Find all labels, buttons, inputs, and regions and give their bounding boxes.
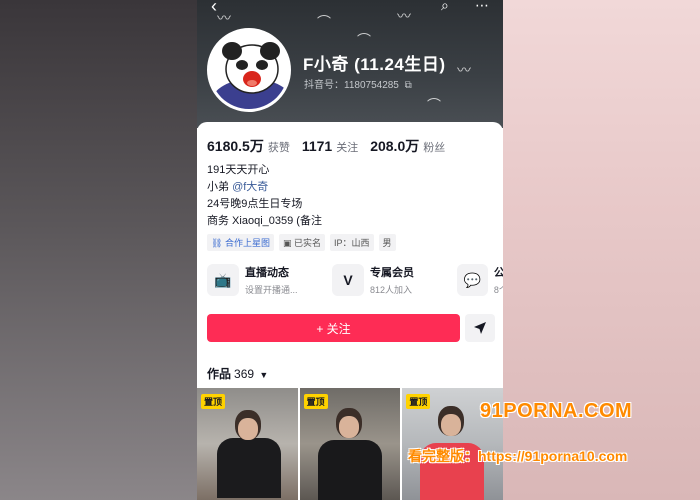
feature-live[interactable]: 📺 直播动态 设置开播通... — [207, 264, 322, 296]
works-grid: 置顶 置顶 置顶 — [197, 388, 503, 500]
mention-link[interactable]: @f大奇 — [232, 181, 268, 193]
pin-badge: 置顶 — [406, 394, 431, 409]
stats-row: 6180.5万 获赞 1171 关注 208.0万 粉丝 — [207, 136, 445, 156]
bird-decoration: ⌒ — [317, 14, 331, 30]
tag-ip: IP：山西 — [330, 234, 374, 251]
bird-decoration: 〰 — [217, 10, 231, 26]
figure-face — [238, 418, 258, 440]
bio-line: 191天天开心 — [207, 164, 270, 176]
figure-face — [441, 414, 462, 436]
profile-screen: 〰 ⌒ 〰 ⌒ 〰 ⌒ ‹ ⌕ ⋯ F小奇 (11.24生日) 抖音号：1180… — [197, 0, 503, 500]
douyin-id[interactable]: 抖音号：1180754285 ⧉ — [304, 76, 412, 91]
tag-verified: ▣ 已实名 — [278, 234, 326, 251]
star-map-icon: ⛓ — [211, 238, 223, 248]
chat-bubble-icon: 💬 — [457, 264, 488, 296]
stat-followers[interactable]: 208.0万 粉丝 — [370, 136, 445, 156]
bio-line: 24号晚9点生日专场 — [207, 198, 303, 210]
v-badge-icon: V — [332, 264, 364, 296]
tag-row: ⛓ 合作上星图 ▣ 已实名 IP：山西 男 — [207, 234, 396, 251]
watermark-logo: 91PORNA.COM — [480, 400, 633, 422]
back-icon[interactable]: ‹ — [211, 0, 217, 17]
avatar[interactable] — [207, 28, 291, 112]
background-right — [503, 0, 700, 500]
tv-icon: 📺 — [207, 264, 239, 296]
feature-membership[interactable]: V 专属会员 812人加入 — [332, 264, 447, 296]
bird-decoration: ⌒ — [427, 97, 441, 113]
stat-likes: 6180.5万 获赞 — [207, 138, 290, 154]
watermark-url: 看完整版：https://91porna10.com — [408, 448, 628, 464]
bird-decoration: 〰 — [397, 8, 411, 24]
video-thumbnail[interactable]: 置顶 — [197, 388, 298, 500]
pin-badge: 置顶 — [201, 394, 226, 409]
send-icon — [474, 322, 486, 334]
bird-decoration: ⌒ — [357, 32, 371, 48]
stat-following[interactable]: 1171 关注 — [302, 138, 358, 156]
feature-row: 📺 直播动态 设置开播通... V 专属会员 812人加入 💬 公开群 8个群 — [207, 264, 503, 296]
copy-icon[interactable]: ⧉ — [405, 80, 412, 91]
profile-content: 6180.5万 获赞 1171 关注 208.0万 粉丝 191天天开心 小弟 @f大… — [197, 122, 503, 500]
share-button[interactable] — [465, 314, 495, 342]
figure-shirt — [217, 438, 281, 498]
bio: 191天天开心 小弟 @f大奇 24号晚9点生日专场 商务 Xiaoqi_035… — [207, 162, 322, 230]
tag-gender: 男 — [378, 234, 396, 251]
bio-line: 小弟 @f大奇 — [207, 181, 269, 193]
works-tab[interactable]: 作品 369 ▼ — [207, 365, 268, 382]
profile-header: 〰 ⌒ 〰 ⌒ 〰 ⌒ ‹ ⌕ ⋯ F小奇 (11.24生日) 抖音号：1180… — [197, 0, 503, 128]
background-left — [0, 0, 197, 500]
video-thumbnail[interactable]: 置顶 — [299, 388, 401, 500]
more-icon[interactable]: ⋯ — [475, 0, 489, 14]
bird-decoration: 〰 — [457, 62, 471, 78]
feature-group[interactable]: 💬 公开群 8个群 — [457, 264, 503, 296]
caret-down-icon: ▼ — [259, 370, 269, 380]
tag-star-map[interactable]: ⛓ 合作上星图 — [207, 234, 274, 251]
search-icon[interactable]: ⌕ — [441, 0, 449, 14]
bio-line: 商务 Xiaoqi_0359 (备注 — [207, 215, 322, 227]
nickname: F小奇 (11.24生日) — [303, 55, 446, 74]
figure-shirt — [317, 440, 382, 500]
follow-button[interactable]: + 关注 — [207, 314, 460, 342]
pin-badge: 置顶 — [303, 394, 328, 409]
id-card-icon: ▣ — [282, 238, 292, 248]
panda-avatar-icon — [210, 31, 288, 109]
figure-face — [338, 416, 359, 438]
